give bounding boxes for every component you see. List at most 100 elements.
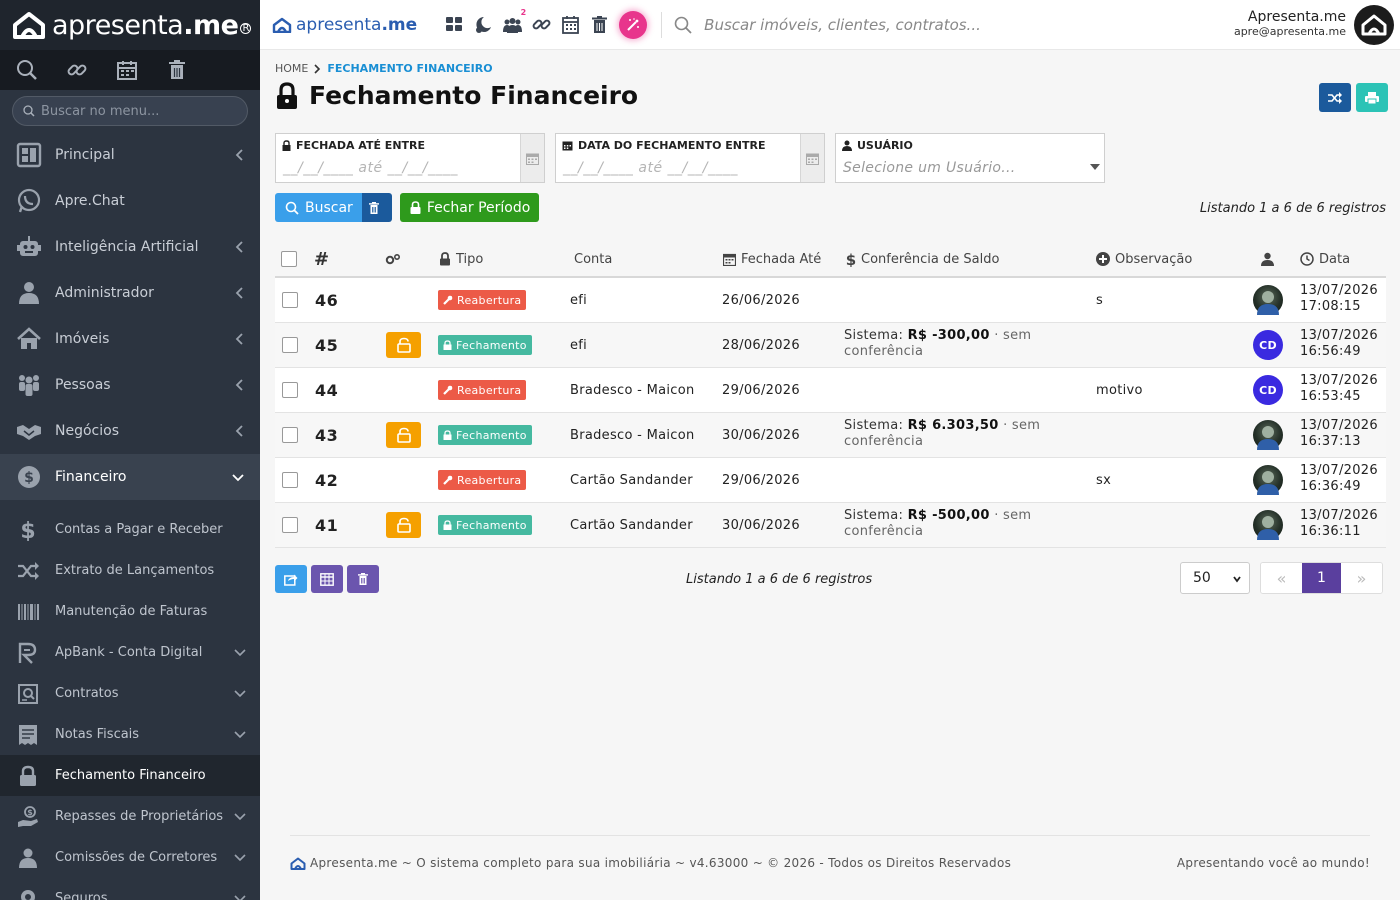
shuffle-button[interactable] <box>1319 83 1351 112</box>
row-checkbox[interactable] <box>282 413 298 457</box>
sidebar-subitem-seguros[interactable]: Seguros <box>0 878 260 900</box>
row-conferencia: Sistema: R$ -300,00 · sem conferência <box>844 328 1032 359</box>
buscar-button[interactable]: Buscar <box>275 193 362 222</box>
col-conferencia[interactable]: $ Conferência de Saldo <box>846 242 999 276</box>
link-icon[interactable] <box>66 59 88 81</box>
chevron-down-icon <box>1233 576 1241 583</box>
sidebar-item-label: Principal <box>55 147 115 163</box>
topbar-logo[interactable]: apresenta.me <box>272 15 417 35</box>
row-checkbox[interactable] <box>282 503 298 547</box>
delete-selected-button[interactable] <box>347 565 379 593</box>
sidebar-item-financeiro[interactable]: $ Financeiro <box>0 454 260 500</box>
col-data[interactable]: Data <box>1300 242 1350 276</box>
sidebar-item-negocios[interactable]: Negócios <box>0 408 260 454</box>
sidebar-item-pessoas[interactable]: Pessoas <box>0 362 260 408</box>
page-current-button[interactable]: 1 <box>1302 563 1341 593</box>
sidebar-brand[interactable]: apresenta.me R <box>0 0 260 50</box>
table-row[interactable]: 44 Reabertura Bradesco - Maicon 29/06/2026 m… <box>275 368 1386 413</box>
row-user-avatar[interactable] <box>1253 413 1283 457</box>
calendar-addon[interactable] <box>520 134 544 182</box>
table-row[interactable]: 41 Fechamento Cartão Sandander 30/06/2026 Si… <box>275 503 1386 548</box>
col-usuario <box>1261 242 1279 276</box>
print-button[interactable] <box>1356 83 1388 112</box>
sidebar-subitem-apbank[interactable]: ApBank - Conta Digital <box>0 632 260 673</box>
page-last-button[interactable]: » <box>1341 563 1382 593</box>
user-email: apre@apresenta.me <box>1233 25 1346 38</box>
sidebar-subitem-notas-fiscais[interactable]: Notas Fiscais <box>0 714 260 755</box>
sidebar-item-principal[interactable]: Principal <box>0 132 260 178</box>
sidebar-subitem-contratos[interactable]: Contratos <box>0 673 260 714</box>
sidebar-subitem-extrato-lancamentos[interactable]: Extrato de Lançamentos <box>0 550 260 591</box>
avatar[interactable] <box>1354 5 1394 45</box>
filter-fechada-ate[interactable]: FECHADA ATÉ ENTRE __/__/____ até __/__/_… <box>275 133 545 183</box>
filter-usuario[interactable]: USUÁRIO Selecione um Usuário... <box>835 133 1105 183</box>
sidebar-item-label: Apre.Chat <box>55 193 125 209</box>
sidebar-subitem-comissoes-corretores[interactable]: Comissões de Corretores <box>0 837 260 878</box>
table-row[interactable]: 45 Fechamento efi 28/06/2026 Sistema: R$ -30… <box>275 323 1386 368</box>
search-icon[interactable] <box>16 59 38 81</box>
table-row[interactable]: 42 Reabertura Cartão Sandander 29/06/2026 sx… <box>275 458 1386 503</box>
dollar-circle-icon: $ <box>18 466 40 488</box>
sidebar-item-inteligencia-artificial[interactable]: Inteligência Artificial <box>0 224 260 270</box>
grid-icon[interactable] <box>445 15 464 34</box>
users-icon <box>503 18 523 33</box>
topbar-search-input[interactable] <box>704 15 1165 34</box>
col-conta[interactable]: Conta <box>574 242 612 276</box>
sidebar-search-input[interactable] <box>41 103 231 119</box>
row-checkbox[interactable] <box>282 458 298 502</box>
row-user-avatar[interactable]: CD <box>1253 368 1283 412</box>
reopen-button[interactable] <box>386 503 421 547</box>
pagination: « 1 » <box>1260 562 1383 594</box>
filter-usuario-select[interactable]: Selecione um Usuário... <box>843 160 1016 176</box>
sidebar-subitem-repasses-proprietarios[interactable]: $ Repasses de Proprietários <box>0 796 260 837</box>
user-photo-icon <box>1257 426 1279 450</box>
page-first-button[interactable]: « <box>1261 563 1302 593</box>
sidebar-item-administrador[interactable]: Administrador <box>0 270 260 316</box>
reopen-button[interactable] <box>386 413 421 457</box>
calendar-icon[interactable] <box>116 59 138 81</box>
row-user-avatar[interactable]: CD <box>1253 323 1283 367</box>
col-tipo[interactable]: Tipo <box>439 242 483 276</box>
sidebar-item-aprechat[interactable]: Apre.Chat <box>0 178 260 224</box>
table-row[interactable]: 43 Fechamento Bradesco - Maicon 30/06/2026 S… <box>275 413 1386 458</box>
moon-icon[interactable] <box>474 15 493 34</box>
export-button[interactable] <box>275 565 307 593</box>
row-id: 46 <box>315 290 339 310</box>
calendar-icon[interactable] <box>561 15 580 34</box>
sidebar-item-imoveis[interactable]: Imóveis <box>0 316 260 362</box>
filter-fechada-ate-input[interactable]: __/__/____ até __/__/____ <box>283 160 458 176</box>
col-id[interactable]: # <box>314 242 329 276</box>
row-user-avatar[interactable] <box>1253 503 1283 547</box>
trash-icon[interactable] <box>166 59 188 81</box>
col-observacao[interactable]: Observação <box>1096 242 1192 276</box>
breadcrumb-current[interactable]: FECHAMENTO FINANCEIRO <box>327 62 492 75</box>
row-checkbox[interactable] <box>282 278 298 322</box>
magic-button[interactable] <box>619 10 648 39</box>
link-icon[interactable] <box>532 15 551 34</box>
sidebar-subitem-manutencao-faturas[interactable]: Manutenção de Faturas <box>0 591 260 632</box>
calendar-addon[interactable] <box>800 134 824 182</box>
row-checkbox[interactable] <box>282 323 298 367</box>
row-user-avatar[interactable] <box>1253 458 1283 502</box>
user-menu[interactable]: Apresenta.me apre@apresenta.me <box>1234 9 1346 38</box>
filter-data-fechamento-input[interactable]: __/__/____ até __/__/____ <box>563 160 738 176</box>
users-shortcut[interactable]: 2 <box>503 8 526 34</box>
columns-button[interactable] <box>311 565 343 593</box>
table-row[interactable]: 46 Reabertura efi 26/06/2026 s 13/07/2026 17:0… <box>275 278 1386 323</box>
sidebar-subitem-fechamento-financeiro[interactable]: Fechamento Financeiro <box>0 755 260 796</box>
clear-filters-button[interactable] <box>361 193 392 222</box>
breadcrumb-home[interactable]: HOME <box>275 62 308 75</box>
reopen-button[interactable] <box>386 323 421 367</box>
calendar-icon <box>723 253 736 266</box>
select-all-checkbox[interactable] <box>281 242 297 276</box>
row-user-avatar[interactable] <box>1253 278 1283 322</box>
plus-circle-icon <box>1096 252 1110 266</box>
col-fechada-ate[interactable]: Fechada Até <box>723 242 821 276</box>
sidebar-subitem-contas-pagar-receber[interactable]: $ Contas a Pagar e Receber <box>0 509 260 550</box>
per-page-select[interactable]: 50 <box>1180 562 1250 594</box>
filter-data-fechamento[interactable]: DATA DO FECHAMENTO ENTRE __/__/____ até … <box>555 133 825 183</box>
row-checkbox[interactable] <box>282 368 298 412</box>
trash-icon[interactable] <box>590 15 609 34</box>
tipo-badge: Fechamento <box>438 413 532 457</box>
fechar-periodo-button[interactable]: Fechar Período <box>399 193 540 222</box>
